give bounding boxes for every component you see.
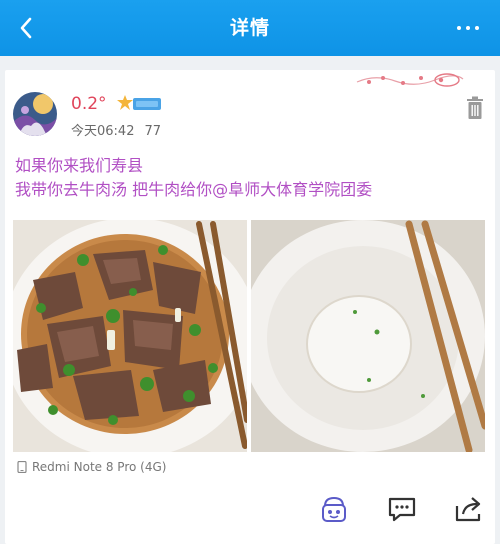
view-count: 77 xyxy=(144,124,162,139)
comment-button[interactable] xyxy=(385,492,419,526)
gift-button[interactable] xyxy=(317,492,351,526)
avatar[interactable] xyxy=(13,92,57,136)
more-button[interactable] xyxy=(450,12,486,44)
top-bar: 详情 xyxy=(0,0,500,56)
page-title: 详情 xyxy=(229,17,270,39)
music-notes-decoration xyxy=(356,73,464,87)
post-card: 0.2° 今天06:42 77 如果你来我们寿县 我带你去牛肉汤 把牛肉给你@阜师… xyxy=(5,70,495,544)
delete-button[interactable] xyxy=(465,96,485,120)
post-line[interactable]: 我带你去牛肉汤 把牛肉给你@阜师大体育学院团委 xyxy=(15,178,485,202)
phone-icon xyxy=(17,461,27,473)
post-meta: 今天06:42 77 xyxy=(71,120,161,139)
comment-icon xyxy=(388,497,416,522)
level-badge-icon xyxy=(117,95,161,110)
post-time: 今天06:42 xyxy=(71,124,135,139)
post-line: 如果你来我们寿县 xyxy=(15,156,144,175)
share-button[interactable] xyxy=(451,492,485,526)
device-info: Redmi Note 8 Pro (4G) xyxy=(17,460,166,474)
action-bar xyxy=(5,490,495,530)
more-horizontal-icon xyxy=(457,26,461,30)
post-content: 如果你来我们寿县 我带你去牛肉汤 把牛肉给你@阜师大体育学院团委 xyxy=(15,154,485,202)
gift-bag-icon xyxy=(322,496,346,522)
share-icon xyxy=(455,497,481,522)
trash-icon xyxy=(467,96,483,119)
post-image[interactable] xyxy=(251,220,485,452)
username[interactable]: 0.2° xyxy=(71,94,107,114)
device-name: Redmi Note 8 Pro (4G) xyxy=(32,460,167,474)
post-image[interactable] xyxy=(13,220,247,452)
